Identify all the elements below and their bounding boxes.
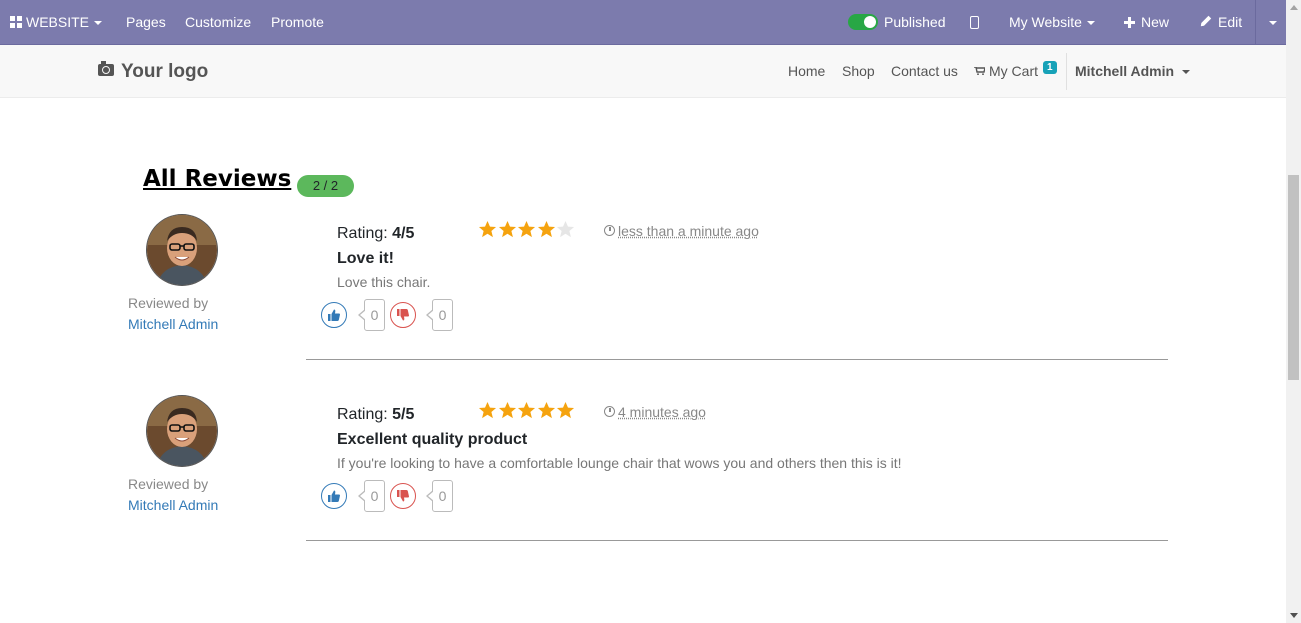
reviewed-by-label: Reviewed by	[128, 476, 209, 492]
timestamp-text: less than a minute ago	[618, 223, 759, 239]
review-divider	[306, 359, 1168, 360]
nav-link-contact[interactable]: Contact us	[891, 45, 958, 98]
scroll-down-arrow-icon[interactable]	[1290, 613, 1298, 618]
edit-dropdown-toggle[interactable]	[1269, 0, 1277, 45]
reviewer-photo	[147, 215, 217, 285]
website-menu-button[interactable]: WEBSITE	[10, 0, 103, 45]
thumbs-down-icon	[397, 490, 409, 502]
published-toggle[interactable]: Published	[848, 0, 946, 45]
review-item: Reviewed by Mitchell Admin Rating: 4/5 l…	[0, 215, 1286, 395]
timestamp-text: 4 minutes ago	[618, 404, 706, 420]
star-filled-icon	[498, 401, 516, 419]
mobile-phone-icon	[970, 15, 979, 29]
thumbs-up-button[interactable]	[321, 302, 347, 328]
toggle-switch-icon	[848, 14, 878, 31]
review-body: If you're looking to have a comfortable …	[337, 455, 902, 471]
camera-icon	[98, 60, 114, 76]
star-filled-icon	[556, 401, 575, 419]
chevron-down-icon	[1182, 70, 1191, 75]
divider	[1066, 53, 1067, 90]
mobile-preview-button[interactable]	[970, 0, 979, 45]
apps-grid-icon	[10, 16, 22, 29]
customize-menu[interactable]: Customize	[185, 0, 251, 45]
avatar	[147, 215, 217, 285]
rating-text: Rating: 5/5	[337, 406, 414, 424]
review-body: Love this chair.	[337, 274, 431, 290]
reviews-heading: All Reviews	[143, 166, 292, 192]
star-filled-icon	[537, 401, 555, 419]
published-label: Published	[884, 14, 946, 30]
pages-menu[interactable]: Pages	[126, 0, 166, 45]
divider	[1255, 0, 1256, 45]
cart-icon	[974, 67, 985, 76]
review-timestamp: less than a minute ago	[604, 223, 759, 239]
rating-text: Rating: 4/5	[337, 225, 414, 243]
new-button[interactable]: New	[1124, 0, 1169, 45]
thumbs-down-button[interactable]	[390, 483, 416, 509]
edit-button[interactable]: Edit	[1200, 0, 1242, 45]
thumbs-down-button[interactable]	[390, 302, 416, 328]
site-header: Your logo Home Shop Contact us My Cart 1…	[0, 45, 1286, 98]
reviewed-by-label: Reviewed by	[128, 295, 209, 311]
vertical-scrollbar[interactable]	[1286, 0, 1301, 623]
my-website-menu[interactable]: My Website	[1009, 0, 1095, 45]
dislike-count: 0	[426, 299, 453, 331]
promote-menu[interactable]: Promote	[271, 0, 324, 45]
nav-link-shop[interactable]: Shop	[842, 45, 875, 98]
admin-bar: WEBSITE Pages Customize Promote Publishe…	[0, 0, 1286, 45]
site-logo[interactable]: Your logo	[98, 59, 208, 85]
reviewer-photo	[147, 396, 217, 466]
new-label: New	[1141, 14, 1170, 30]
scrollbar-thumb[interactable]	[1288, 175, 1299, 380]
star-filled-icon	[478, 220, 497, 238]
chevron-down-icon	[94, 21, 103, 26]
star-filled-icon	[478, 401, 497, 419]
like-count: 0	[358, 299, 385, 331]
review-title: Love it!	[337, 250, 394, 267]
star-filled-icon	[498, 220, 516, 238]
review-item: Reviewed by Mitchell Admin Rating: 5/5 4…	[0, 396, 1286, 576]
nav-link-home[interactable]: Home	[788, 45, 825, 98]
review-timestamp: 4 minutes ago	[604, 404, 706, 420]
my-cart-link[interactable]: My Cart	[974, 45, 1038, 98]
like-count: 0	[358, 480, 385, 512]
user-menu[interactable]: Mitchell Admin	[1075, 45, 1191, 98]
star-filled-icon	[517, 401, 536, 419]
star-rating	[478, 401, 576, 423]
avatar	[147, 396, 217, 466]
review-divider	[306, 540, 1168, 541]
cart-count-badge: 1	[1043, 61, 1057, 74]
rating-label: Rating:	[337, 225, 388, 242]
rating-value: 5/5	[392, 406, 415, 423]
rating-value: 4/5	[392, 225, 415, 242]
star-empty-icon	[556, 220, 575, 238]
user-name: Mitchell Admin	[1075, 63, 1175, 79]
reviewer-name-link[interactable]: Mitchell Admin	[128, 497, 218, 513]
pencil-icon	[1200, 16, 1212, 27]
reviewer-name-link[interactable]: Mitchell Admin	[128, 316, 218, 332]
star-rating	[478, 220, 576, 242]
chevron-down-icon	[1086, 21, 1095, 26]
dislike-count: 0	[426, 480, 453, 512]
rating-label: Rating:	[337, 406, 388, 423]
thumbs-up-icon	[328, 490, 340, 502]
edit-label: Edit	[1218, 14, 1243, 30]
scroll-up-arrow-icon[interactable]	[1290, 5, 1298, 10]
my-cart-label: My Cart	[989, 63, 1038, 79]
clock-icon	[604, 224, 615, 236]
website-menu-label: WEBSITE	[26, 14, 90, 30]
star-filled-icon	[517, 220, 536, 238]
review-title: Excellent quality product	[337, 431, 528, 448]
star-filled-icon	[537, 220, 555, 238]
logo-text: Your logo	[121, 61, 209, 82]
my-website-label: My Website	[1009, 14, 1082, 30]
thumbs-up-button[interactable]	[321, 483, 347, 509]
chevron-down-icon	[1269, 21, 1277, 26]
thumbs-down-icon	[397, 309, 409, 321]
review-count-badge: 2 / 2	[297, 175, 354, 197]
clock-icon	[604, 405, 615, 417]
thumbs-up-icon	[328, 309, 340, 321]
plus-icon	[1124, 16, 1135, 28]
